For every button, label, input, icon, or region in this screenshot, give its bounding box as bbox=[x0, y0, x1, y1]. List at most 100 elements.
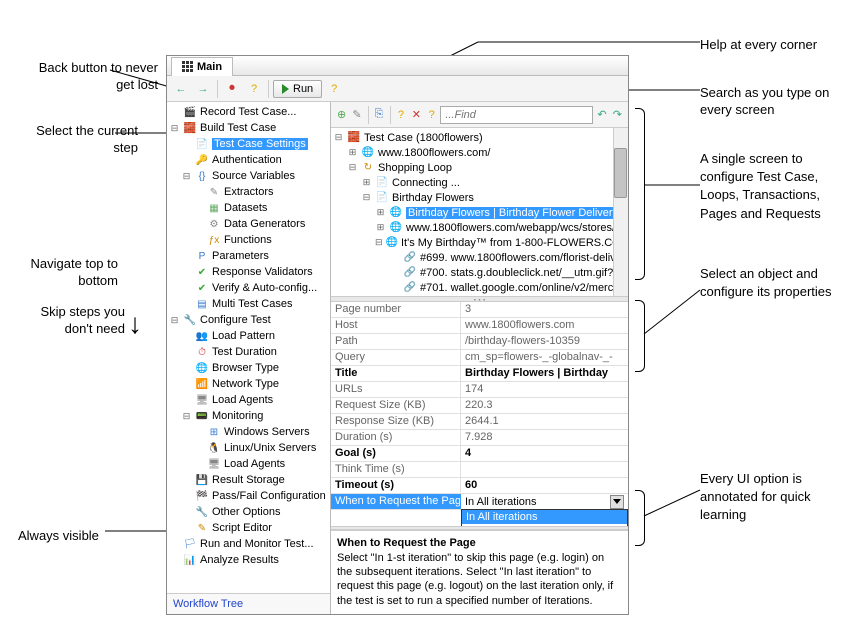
twisty-icon[interactable] bbox=[193, 187, 204, 198]
dropdown-option[interactable]: In All iterations bbox=[462, 510, 627, 524]
tree-item[interactable]: ✎Script Editor bbox=[167, 520, 330, 536]
twisty-icon[interactable] bbox=[375, 222, 386, 233]
help-button-2[interactable]: ? bbox=[425, 105, 438, 125]
tree-item[interactable]: 🖥Load Agents bbox=[167, 456, 330, 472]
tree-item[interactable]: 🌐www.1800flowers.com/webapp/wcs/stores/s bbox=[331, 220, 628, 235]
twisty-icon[interactable] bbox=[181, 267, 192, 278]
property-row[interactable]: Think Time (s) bbox=[331, 462, 628, 478]
prop-value[interactable]: 60 bbox=[461, 478, 628, 493]
twisty-icon[interactable] bbox=[169, 315, 180, 326]
edit-button[interactable]: ✎ bbox=[350, 105, 363, 125]
tree-item[interactable]: 🏁Pass/Fail Configuration bbox=[167, 488, 330, 504]
tree-item[interactable]: 🖥Load Agents bbox=[167, 392, 330, 408]
property-row[interactable]: Path/birthday-flowers-10359 bbox=[331, 334, 628, 350]
tree-item[interactable]: ▦Datasets bbox=[167, 200, 330, 216]
tree-item[interactable]: ▤Multi Test Cases bbox=[167, 296, 330, 312]
twisty-icon[interactable] bbox=[181, 155, 192, 166]
twisty-icon[interactable] bbox=[181, 491, 192, 502]
twisty-icon[interactable] bbox=[193, 427, 204, 438]
prop-value[interactable]: cm_sp=flowers-_-globalnav-_- bbox=[461, 350, 628, 365]
tree-item[interactable]: 🧱Test Case (1800flowers) bbox=[331, 130, 628, 145]
tree-item[interactable]: ⊞Windows Servers bbox=[167, 424, 330, 440]
prop-value[interactable]: 174 bbox=[461, 382, 628, 397]
twisty-icon[interactable] bbox=[181, 363, 192, 374]
prop-value[interactable]: Birthday Flowers | Birthday bbox=[461, 366, 628, 381]
property-row[interactable]: Request Size (KB)220.3 bbox=[331, 398, 628, 414]
forward-button[interactable]: → bbox=[193, 79, 213, 99]
twisty-icon[interactable] bbox=[181, 411, 192, 422]
twisty-icon[interactable] bbox=[181, 395, 192, 406]
tree-item[interactable]: {}Source Variables bbox=[167, 168, 330, 184]
property-row[interactable]: Duration (s)7.928 bbox=[331, 430, 628, 446]
record-button[interactable]: ⏺ bbox=[222, 79, 242, 99]
property-row[interactable]: Response Size (KB)2644.1 bbox=[331, 414, 628, 430]
prop-value[interactable]: 3 bbox=[461, 302, 628, 317]
tree-item[interactable]: 🔗#702. 1800flowers.tt.omtrdc.net/m2/1800… bbox=[331, 295, 628, 296]
twisty-icon[interactable] bbox=[181, 283, 192, 294]
tree-item[interactable]: 🏳Run and Monitor Test... bbox=[167, 536, 330, 552]
twisty-icon[interactable] bbox=[181, 475, 192, 486]
tree-item[interactable]: ✔Response Validators bbox=[167, 264, 330, 280]
tree-item[interactable]: 📄Connecting ... bbox=[331, 175, 628, 190]
twisty-icon[interactable] bbox=[193, 203, 204, 214]
tree-item[interactable]: ƒxFunctions bbox=[167, 232, 330, 248]
twisty-icon[interactable] bbox=[181, 139, 192, 150]
tree-item[interactable]: 🌐Browser Type bbox=[167, 360, 330, 376]
tree-item[interactable]: ↻Shopping Loop bbox=[331, 160, 628, 175]
twisty-icon[interactable] bbox=[169, 107, 180, 118]
tree-item[interactable]: 📄Birthday Flowers bbox=[331, 190, 628, 205]
dropdown-menu[interactable]: In All iterationsIn 1-st iterationIn Las… bbox=[461, 509, 628, 526]
prop-value[interactable]: 7.928 bbox=[461, 430, 628, 445]
twisty-icon[interactable] bbox=[347, 147, 358, 158]
twisty-icon[interactable] bbox=[193, 235, 204, 246]
property-row[interactable]: Querycm_sp=flowers-_-globalnav-_- bbox=[331, 350, 628, 366]
help-button[interactable]: ? bbox=[394, 105, 407, 125]
prop-value[interactable]: 220.3 bbox=[461, 398, 628, 413]
copy-button[interactable]: ⎘ bbox=[372, 105, 385, 125]
twisty-icon[interactable] bbox=[361, 177, 372, 188]
help-run-button[interactable]: ? bbox=[324, 79, 344, 99]
tree-item[interactable]: 🔧Configure Test bbox=[167, 312, 330, 328]
tree-item[interactable]: 🌐Birthday Flowers | Birthday Flower Deli… bbox=[331, 205, 628, 220]
twisty-icon[interactable] bbox=[169, 123, 180, 134]
tree-item[interactable]: 📄Test Case Settings bbox=[167, 136, 330, 152]
twisty-icon[interactable] bbox=[389, 282, 400, 293]
twisty-icon[interactable] bbox=[361, 192, 372, 203]
twisty-icon[interactable] bbox=[169, 539, 180, 550]
twisty-icon[interactable] bbox=[389, 267, 400, 278]
tab-main[interactable]: Main bbox=[171, 57, 233, 76]
tree-item[interactable]: 📊Analyze Results bbox=[167, 552, 330, 568]
tree-item[interactable]: 📶Network Type bbox=[167, 376, 330, 392]
prop-value[interactable] bbox=[461, 462, 628, 477]
twisty-icon[interactable] bbox=[181, 523, 192, 534]
delete-button[interactable]: ✕ bbox=[410, 105, 423, 125]
twisty-icon[interactable] bbox=[169, 555, 180, 566]
twisty-icon[interactable] bbox=[193, 459, 204, 470]
search-input[interactable] bbox=[440, 106, 593, 124]
tree-item[interactable]: PParameters bbox=[167, 248, 330, 264]
tree-item[interactable]: 🔗#700. stats.g.doubleclick.net/__utm.gif… bbox=[331, 265, 628, 280]
tree-item[interactable]: ⚙Data Generators bbox=[167, 216, 330, 232]
twisty-icon[interactable] bbox=[181, 347, 192, 358]
prop-value[interactable]: In All iterations bbox=[461, 494, 628, 509]
find-next-button[interactable]: ↷ bbox=[611, 105, 624, 125]
prop-value[interactable]: 4 bbox=[461, 446, 628, 461]
twisty-icon[interactable] bbox=[181, 331, 192, 342]
test-case-tree[interactable]: 🧱Test Case (1800flowers) 🌐www.1800flowers… bbox=[331, 128, 628, 296]
tree-item[interactable]: 🔑Authentication bbox=[167, 152, 330, 168]
run-button[interactable]: Run bbox=[273, 80, 322, 98]
twisty-icon[interactable] bbox=[193, 219, 204, 230]
new-button[interactable]: ⊕ bbox=[335, 105, 348, 125]
property-row[interactable]: Goal (s)4 bbox=[331, 446, 628, 462]
tree-item[interactable]: 🔗#699. www.1800flowers.com/florist-deliv… bbox=[331, 250, 628, 265]
workflow-tree[interactable]: 🎬Record Test Case...🧱Build Test Case📄Tes… bbox=[167, 102, 330, 593]
property-row[interactable]: Page number3 bbox=[331, 302, 628, 318]
tree-item[interactable]: 💾Result Storage bbox=[167, 472, 330, 488]
tree-item[interactable]: 🎬Record Test Case... bbox=[167, 104, 330, 120]
prop-value[interactable]: /birthday-flowers-10359 bbox=[461, 334, 628, 349]
twisty-icon[interactable] bbox=[181, 251, 192, 262]
tree-item[interactable]: 🌐It's My Birthday™ from 1-800-FLOWERS.CO… bbox=[331, 235, 628, 250]
twisty-icon[interactable] bbox=[347, 162, 358, 173]
twisty-icon[interactable] bbox=[181, 299, 192, 310]
twisty-icon[interactable] bbox=[181, 507, 192, 518]
